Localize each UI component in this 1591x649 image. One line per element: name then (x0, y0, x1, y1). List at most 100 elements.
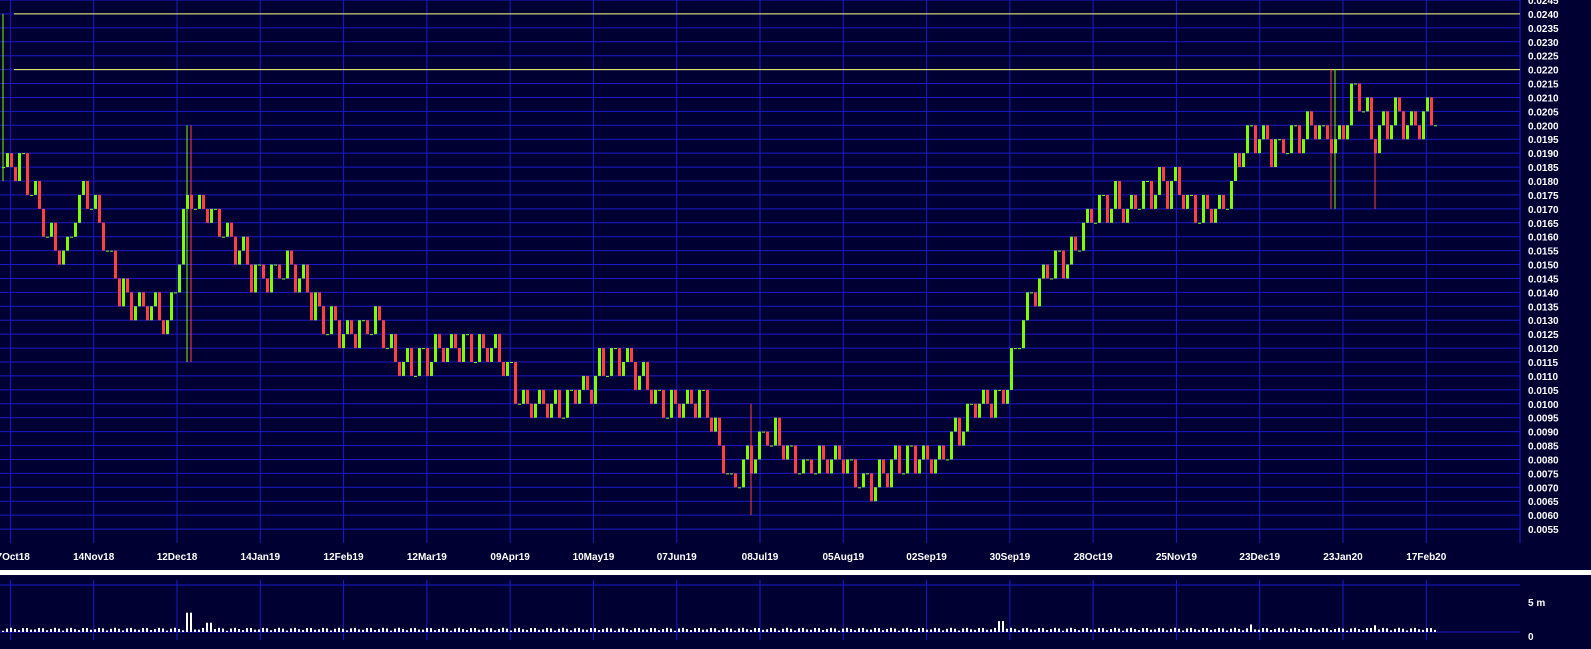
y-tick-label: 0.0090 (1528, 428, 1559, 439)
volume-bar (790, 628, 792, 632)
candle-body (102, 222, 105, 251)
volume-bar (578, 627, 580, 632)
candle-body (1142, 181, 1145, 209)
candle-body (1018, 348, 1021, 350)
candle-body (766, 431, 769, 446)
candle-body (746, 445, 749, 460)
candle-body (122, 278, 125, 307)
volume-bar (1346, 630, 1348, 632)
volume-bar (386, 628, 388, 632)
candle-body (942, 445, 945, 460)
volume-bar (458, 627, 460, 632)
candle-body (390, 334, 393, 349)
candle-body (1342, 125, 1345, 140)
candle-body (834, 445, 837, 460)
volume-bar (1382, 627, 1384, 632)
candle-body (514, 362, 517, 404)
candle-body (970, 403, 973, 405)
candle-body (882, 459, 885, 474)
volume-bar (466, 630, 468, 632)
candle-body (1310, 111, 1313, 126)
volume-bar (1318, 629, 1320, 632)
candle-body (1098, 194, 1101, 223)
candle-body (870, 473, 873, 502)
volume-bar (478, 629, 480, 632)
candle-body (1146, 181, 1149, 182)
candle-body (1318, 125, 1321, 140)
candle-body (758, 431, 761, 460)
candle-body (186, 194, 189, 209)
candle-body (1118, 181, 1121, 209)
candle-body (658, 389, 661, 391)
candle-body (774, 417, 777, 446)
volume-bar (518, 627, 520, 632)
volume-bar (242, 630, 244, 632)
volume-bar (1054, 627, 1056, 632)
candle-body (234, 236, 237, 265)
candle-body (58, 250, 61, 265)
candle-body (650, 389, 653, 404)
volume-bar (482, 629, 484, 632)
candle-body (158, 292, 161, 321)
volume-bar (1286, 630, 1288, 632)
candle-body (978, 403, 981, 418)
volume-bar (914, 630, 916, 632)
volume-bar (502, 627, 504, 632)
candle-body (54, 222, 57, 251)
volume-bar (826, 629, 828, 632)
volume-bar (10, 627, 12, 632)
candle-body (850, 459, 853, 461)
y-tick-label: 0.0175 (1528, 191, 1559, 202)
volume-bar (74, 629, 76, 632)
volume-bar (874, 627, 876, 632)
volume-bar (1334, 628, 1336, 632)
volume-bar (670, 628, 672, 632)
candle-body (1050, 278, 1053, 280)
candle-body (322, 306, 325, 335)
candle-body (398, 362, 401, 376)
volume-bar (54, 627, 56, 632)
volume-bar (1154, 629, 1156, 632)
volume-bar (1274, 629, 1276, 632)
x-tick-label: 25Nov19 (1156, 552, 1198, 563)
candle-body (1346, 125, 1349, 140)
volume-bar (162, 628, 164, 632)
volume-bar (922, 627, 924, 632)
volume-bar (590, 628, 592, 632)
volume-bar (538, 629, 540, 632)
volume-bar (1078, 630, 1080, 632)
candle-body (718, 417, 721, 446)
candle-body (550, 403, 553, 418)
volume-bar (1430, 628, 1432, 632)
x-tick-label: 14Jan19 (241, 552, 281, 563)
candle-body (782, 445, 785, 460)
candle-body (634, 362, 637, 390)
candle-body (974, 403, 977, 418)
volume-bar (294, 627, 296, 632)
candle-body (354, 334, 357, 349)
candle-body (134, 306, 137, 321)
candle-body (1254, 125, 1257, 154)
volume-bar (18, 630, 20, 632)
x-tick-label: 30Sep19 (990, 552, 1031, 563)
volume-bar (1094, 629, 1096, 632)
volume-bar (218, 627, 220, 632)
candle-body (118, 278, 121, 307)
candle-body (434, 334, 437, 362)
candle-body (1226, 208, 1229, 210)
volume-bar (58, 628, 60, 632)
volume-bar (886, 628, 888, 632)
candle-body (890, 459, 893, 488)
volume-bar (50, 628, 52, 632)
volume-bar (442, 627, 444, 632)
x-tick-label: 23Dec19 (1239, 552, 1280, 563)
candle-body (1038, 278, 1041, 307)
candle-body (1330, 139, 1333, 154)
x-tick-label: 08Jul19 (742, 552, 779, 563)
candle-body (678, 403, 681, 418)
candle-body (1002, 389, 1005, 404)
volume-bar (1282, 628, 1284, 632)
candle-body (1130, 194, 1133, 209)
volume-bar (794, 630, 796, 632)
volume-bar (666, 627, 668, 632)
